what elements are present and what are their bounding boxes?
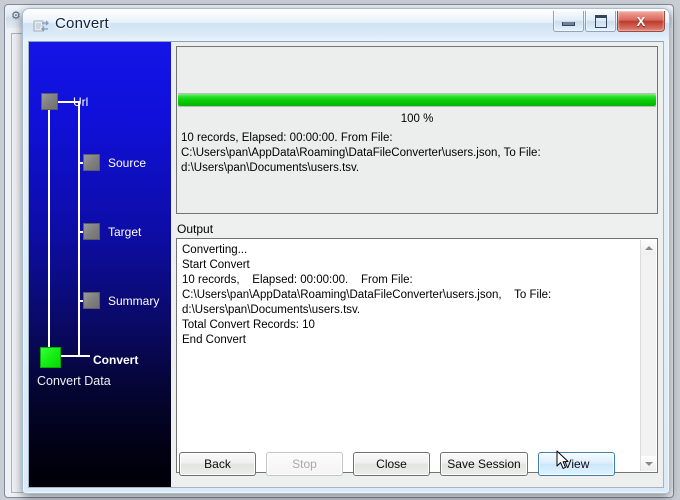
window-title: Convert bbox=[55, 15, 109, 32]
output-log-panel[interactable]: Converting... Start Convert 10 records, … bbox=[176, 238, 658, 473]
output-scrollbar[interactable] bbox=[640, 240, 656, 471]
dialog-button-bar: Back Stop Close Save Session View bbox=[176, 446, 658, 482]
progress-percent-label: 100 % bbox=[400, 113, 434, 125]
convert-app-icon bbox=[33, 20, 49, 32]
sidebar-node-source[interactable] bbox=[83, 154, 100, 171]
sidebar-node-target[interactable] bbox=[83, 223, 100, 240]
progress-bar-fill bbox=[178, 94, 656, 106]
sidebar-item-source[interactable]: Source bbox=[108, 156, 146, 170]
wizard-sidebar: Url Source Target Summary Convert Conver… bbox=[29, 42, 171, 487]
stop-button: Stop bbox=[266, 452, 343, 476]
sidebar-footer-label: Convert Data bbox=[37, 374, 111, 388]
triangle-up-icon bbox=[644, 245, 653, 250]
back-button[interactable]: Back bbox=[179, 452, 256, 476]
close-button[interactable]: X bbox=[617, 11, 665, 32]
content-area: 100 % 10 records, Elapsed: 00:00:00. Fro… bbox=[171, 42, 663, 487]
status-summary-line-2: C:\Users\pan\AppData\Roaming\DataFileCon… bbox=[181, 147, 541, 159]
sidebar-node-convert[interactable] bbox=[40, 347, 61, 368]
tree-connector-trunk-right bbox=[78, 101, 80, 357]
status-summary-line-1: 10 records, Elapsed: 00:00:00. From File… bbox=[181, 132, 393, 144]
scroll-up-arrow-icon[interactable] bbox=[641, 240, 656, 255]
window-client-area: Url Source Target Summary Convert Conver… bbox=[28, 41, 664, 488]
output-log-text: Converting... Start Convert 10 records, … bbox=[182, 244, 552, 346]
close-icon: X bbox=[636, 13, 646, 29]
status-panel: 100 % 10 records, Elapsed: 00:00:00. Fro… bbox=[176, 46, 658, 214]
maximize-button[interactable] bbox=[585, 11, 616, 32]
sidebar-item-target[interactable]: Target bbox=[108, 225, 141, 239]
minimize-button[interactable] bbox=[553, 11, 584, 32]
sidebar-node-url[interactable] bbox=[41, 93, 58, 110]
window-titlebar[interactable]: Convert X bbox=[23, 9, 669, 41]
sidebar-item-summary[interactable]: Summary bbox=[108, 294, 159, 308]
status-summary-line-3: d:\Users\pan\Documents\users.tsv. bbox=[181, 162, 360, 174]
desktop-background: ⚙ Convert X Url Source Target Summary Co… bbox=[0, 0, 680, 500]
close-dialog-button[interactable]: Close bbox=[353, 452, 430, 476]
status-summary-text: 10 records, Elapsed: 00:00:00. From File… bbox=[181, 131, 653, 176]
sidebar-item-url[interactable]: Url bbox=[73, 95, 88, 109]
convert-window[interactable]: Convert X Url Source Target Summary Conv… bbox=[22, 8, 670, 494]
tree-connector-convert-stub bbox=[78, 355, 90, 357]
sidebar-item-convert[interactable]: Convert bbox=[93, 353, 138, 367]
view-button[interactable]: View bbox=[538, 452, 615, 476]
sidebar-node-summary[interactable] bbox=[83, 292, 100, 309]
progress-bar bbox=[178, 93, 656, 107]
tree-connector-trunk-left bbox=[48, 110, 50, 357]
save-session-button[interactable]: Save Session bbox=[440, 452, 528, 476]
window-controls: X bbox=[553, 11, 665, 32]
minimize-icon bbox=[562, 21, 575, 26]
output-section-label: Output bbox=[177, 222, 214, 236]
maximize-icon bbox=[594, 14, 607, 28]
